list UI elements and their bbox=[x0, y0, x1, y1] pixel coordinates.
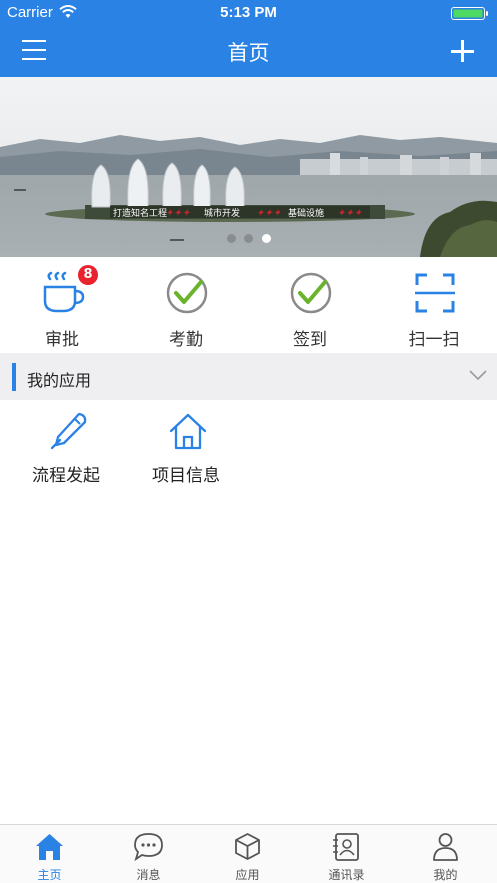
top-bar: Carrier 5:13 PM 首页 bbox=[0, 0, 497, 77]
battery-icon bbox=[451, 7, 488, 20]
banner-carousel[interactable]: 打造知名工程 城市开发 基础设施 ✦✦✦ ✦✦✦ ✦✦✦ bbox=[0, 77, 497, 257]
banner-calligraphy-3: ✦✦✦ bbox=[337, 208, 363, 219]
app-label: 项目信息 bbox=[152, 466, 220, 486]
banner-caption-right: 基础设施 bbox=[288, 207, 324, 219]
notification-badge: 8 bbox=[78, 265, 98, 285]
chevron-down-icon[interactable] bbox=[469, 369, 487, 381]
attendance-button[interactable]: 考勤 bbox=[124, 257, 248, 353]
section-accent-bar bbox=[12, 363, 16, 391]
scan-label: 扫一扫 bbox=[408, 330, 460, 350]
checkin-button[interactable]: 签到 bbox=[248, 257, 372, 353]
page-title: 首页 bbox=[227, 41, 270, 65]
banner-calligraphy-1: ✦✦✦ bbox=[165, 208, 191, 219]
app-label: 流程发起 bbox=[32, 466, 100, 486]
approval-button[interactable]: 8 审批 bbox=[0, 257, 124, 353]
banner-calligraphy-2: ✦✦✦ bbox=[256, 208, 282, 219]
check-circle-icon bbox=[166, 272, 208, 314]
banner-caption-mid: 城市开发 bbox=[204, 207, 240, 219]
tab-apps[interactable]: 应用 bbox=[198, 825, 297, 883]
tab-messages[interactable]: 消息 bbox=[99, 825, 198, 883]
approval-label: 审批 bbox=[45, 330, 79, 350]
status-bar: Carrier 5:13 PM bbox=[0, 0, 497, 26]
carousel-dot-active[interactable] bbox=[262, 234, 271, 243]
quick-actions: 8 审批 考勤 签到 扫一扫 bbox=[0, 257, 497, 353]
scan-icon bbox=[415, 273, 455, 313]
status-time: 5:13 PM bbox=[220, 4, 277, 21]
house-icon bbox=[169, 413, 207, 450]
person-icon bbox=[433, 833, 458, 861]
chat-bubble-icon bbox=[134, 833, 163, 862]
scan-button[interactable]: 扫一扫 bbox=[372, 257, 496, 353]
tab-label: 通讯录 bbox=[328, 868, 365, 882]
my-apps-section-header[interactable]: 我的应用 bbox=[0, 353, 497, 400]
tab-home[interactable]: 主页 bbox=[0, 825, 99, 883]
tab-label: 我的 bbox=[433, 868, 458, 882]
tab-label: 消息 bbox=[136, 868, 161, 882]
tab-label: 主页 bbox=[37, 868, 62, 882]
pen-icon bbox=[50, 412, 87, 450]
tab-label: 应用 bbox=[235, 868, 260, 882]
app-project-info[interactable]: 项目信息 bbox=[124, 400, 248, 496]
app-process-start[interactable]: 流程发起 bbox=[4, 400, 128, 496]
cube-icon bbox=[235, 833, 260, 860]
section-title: 我的应用 bbox=[27, 371, 92, 390]
add-button[interactable] bbox=[449, 38, 475, 64]
check-circle-icon bbox=[290, 272, 332, 314]
tab-contacts[interactable]: 通讯录 bbox=[297, 825, 396, 883]
carousel-indicator[interactable] bbox=[0, 234, 497, 244]
carousel-dot[interactable] bbox=[244, 234, 253, 243]
checkin-label: 签到 bbox=[293, 330, 327, 350]
home-icon bbox=[36, 834, 63, 860]
contacts-icon bbox=[333, 833, 359, 861]
banner-image: 打造知名工程 城市开发 基础设施 ✦✦✦ ✦✦✦ ✦✦✦ bbox=[0, 77, 497, 257]
tab-bar: 主页 消息 应用 通讯录 我的 bbox=[0, 824, 497, 883]
tab-profile[interactable]: 我的 bbox=[396, 825, 495, 883]
carousel-dot[interactable] bbox=[227, 234, 236, 243]
attendance-label: 考勤 bbox=[169, 330, 203, 350]
banner-caption-left: 打造知名工程 bbox=[113, 207, 167, 219]
